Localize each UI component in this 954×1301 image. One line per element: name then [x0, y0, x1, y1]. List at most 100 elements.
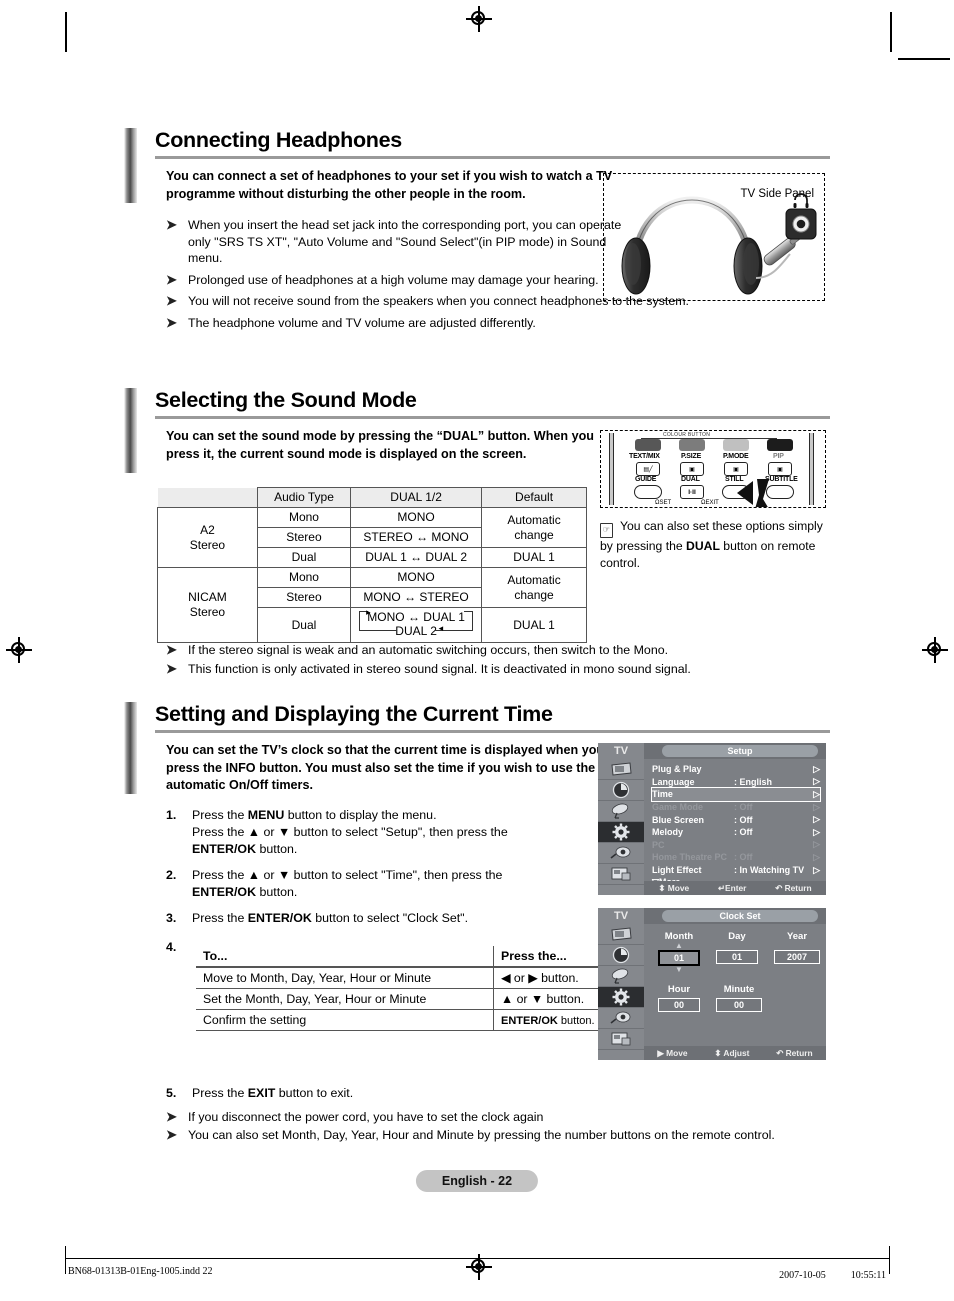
- chevron-right-icon: ▷: [813, 839, 820, 850]
- note-text: This function is only activated in stere…: [188, 661, 691, 676]
- sidebar-item-input[interactable]: [598, 843, 644, 864]
- section-accent-bar: [124, 702, 137, 794]
- remote-button-dual[interactable]: I·II: [680, 485, 704, 499]
- section-title: Selecting the Sound Mode: [155, 388, 417, 412]
- remote-label-guide: GUIDE: [635, 476, 657, 483]
- default-cell: Automatic change: [481, 567, 587, 608]
- sidebar-item-input[interactable]: [598, 1008, 644, 1029]
- audio-type-cell: Mono: [256, 567, 352, 588]
- osd-source-label: TV: [598, 743, 644, 759]
- note-item: ➤ If the stereo signal is weak and an au…: [166, 642, 826, 659]
- field-value-day[interactable]: 01: [716, 950, 758, 964]
- field-label-minute: Minute: [723, 984, 755, 995]
- sidebar-item-channel[interactable]: [598, 966, 644, 987]
- colour-button-green[interactable]: [679, 439, 705, 451]
- osd-footer-move: ⬍ Move: [658, 883, 690, 893]
- remote-button-still-sq[interactable]: ▣: [724, 462, 748, 476]
- sidebar-item-sound[interactable]: [598, 780, 644, 801]
- key-enter-ok: ENTER/OK: [192, 885, 257, 899]
- step-item: 2. Press the ▲ or ▼ button to select "Ti…: [166, 867, 586, 901]
- field-value-year[interactable]: 2007: [774, 950, 820, 964]
- registration-mark-right: [922, 637, 948, 663]
- note-text: Prolonged use of headphones at a high vo…: [188, 272, 599, 287]
- section-intro: You can set the sound mode by pressing t…: [166, 429, 594, 461]
- time-notes: ➤ If you disconnect the power cord, you …: [166, 1104, 826, 1143]
- osd-row-value: : Off: [734, 802, 753, 813]
- osd-row-time[interactable]: Time ▷: [651, 787, 821, 802]
- sidebar-item-pip[interactable]: [598, 864, 644, 885]
- remote-button-subtitle-sq[interactable]: ▣: [768, 462, 792, 476]
- print-footer: BN68-01313B-01Eng-1005.indd 22 2007-10-0…: [0, 1246, 954, 1281]
- osd-row-melody[interactable]: Melody : Off ▷: [652, 826, 820, 839]
- input-icon: [610, 1011, 631, 1024]
- colour-button-blue[interactable]: [767, 439, 793, 451]
- remote-note-bold: DUAL: [686, 539, 720, 553]
- footer-left-tick: [65, 1246, 66, 1274]
- field-value-hour[interactable]: 00: [658, 998, 700, 1012]
- note-text: When you insert the head set jack into t…: [188, 218, 622, 265]
- osd-row-language[interactable]: Language : English ▷: [652, 776, 820, 789]
- key-enter-ok: ENTER/OK: [192, 842, 257, 856]
- audio-type-cell: Dual: [256, 547, 352, 568]
- dual-cell: STEREO ↔ MONO: [350, 527, 483, 548]
- sidebar-item-channel[interactable]: [598, 801, 644, 822]
- group-label-line1: A2: [200, 522, 215, 537]
- sidebar-item-picture[interactable]: [598, 759, 644, 780]
- sidebar-item-setup[interactable]: [598, 987, 644, 1008]
- osd-row-light-effect[interactable]: Light Effect : In Watching TV ▷: [652, 864, 820, 877]
- table-header-cell: Default: [481, 487, 587, 508]
- table-header-row: To... Press the...: [196, 946, 626, 968]
- headphone-illustration: [621, 193, 817, 295]
- key-suffix: button.: [557, 1015, 595, 1027]
- note-item: ➤ You can also set Month, Day, Year, Hou…: [166, 1127, 826, 1144]
- remote-button-guide-round[interactable]: [634, 485, 662, 499]
- chevron-right-icon: ▷: [813, 763, 820, 774]
- osd-row-value: : In Watching TV: [734, 865, 805, 876]
- colour-button-red[interactable]: [635, 439, 661, 451]
- osd-row-game-mode[interactable]: Game Mode : Off ▷: [652, 801, 820, 814]
- dual-cycle-line1: MONO ↔ DUAL 1: [367, 610, 465, 624]
- osd-clock-set-menu: TV Clock Set Month ▲ 01 ▼ Day 01 Year 20…: [598, 908, 826, 1060]
- audio-type-cell: Mono: [256, 507, 352, 528]
- time-steps: 1. Press the MENU button to display the …: [166, 807, 586, 956]
- osd-row-blue-screen[interactable]: Blue Screen : Off ▷: [652, 813, 820, 826]
- footer-right-tick: [889, 1246, 890, 1274]
- field-value-month[interactable]: 01: [658, 950, 700, 966]
- step-number: 5.: [166, 1086, 177, 1100]
- picture-icon: [611, 762, 632, 776]
- sidebar-item-picture[interactable]: [598, 924, 644, 945]
- registration-mark-left: [6, 637, 32, 663]
- note-item: ➤ This function is only activated in ste…: [166, 661, 826, 678]
- osd-row-label: Plug & Play: [652, 764, 702, 775]
- osd-row-label: Time: [652, 789, 673, 800]
- table-row: Confirm the setting ENTER/OK button.: [196, 1009, 626, 1031]
- step-number: 2.: [166, 868, 177, 882]
- remote-button-guide[interactable]: ▤╱: [636, 462, 660, 476]
- step-item: 1. Press the MENU button to display the …: [166, 807, 586, 858]
- arrow-bullet-icon: ➤: [166, 1126, 177, 1142]
- sidebar-item-setup[interactable]: [598, 822, 644, 843]
- osd-row-label: PC: [652, 839, 665, 850]
- default-cell: Automatic change: [481, 507, 587, 548]
- osd-source-label: TV: [598, 908, 644, 924]
- arrow-bullet-icon: ➤: [166, 642, 177, 657]
- sidebar-item-sound[interactable]: [598, 945, 644, 966]
- remote-button-dual-sq[interactable]: ▣: [680, 462, 704, 476]
- table-header-row: Audio Type DUAL 1/2 Default: [157, 487, 587, 508]
- table-header-cell: To...: [196, 946, 494, 968]
- osd-row-plug-play[interactable]: Plug & Play ▷: [652, 763, 820, 776]
- field-value-minute[interactable]: 00: [716, 998, 762, 1012]
- colour-button-yellow[interactable]: [723, 439, 749, 451]
- section-intro: You can connect a set of headphones to y…: [166, 169, 613, 201]
- osd-row-home-theatre-pc[interactable]: Home Theatre PC : Off ▷: [652, 851, 820, 864]
- pip-icon: [611, 1032, 631, 1046]
- remote-label-dual: DUAL: [681, 476, 700, 483]
- osd-row-pc[interactable]: PC ▷: [652, 839, 820, 852]
- sidebar-item-pip[interactable]: [598, 1029, 644, 1050]
- osd-row-label: Blue Screen: [652, 814, 705, 825]
- dual-cell: DUAL 1 ↔ DUAL 2: [350, 547, 483, 568]
- osd-footer: ⬍ Move ↵Enter ↶ Return: [644, 881, 826, 895]
- osd-row-label: Home Theatre PC: [652, 852, 728, 863]
- step-number: 3.: [166, 911, 177, 925]
- arrow-bullet-icon: ➤: [166, 314, 177, 330]
